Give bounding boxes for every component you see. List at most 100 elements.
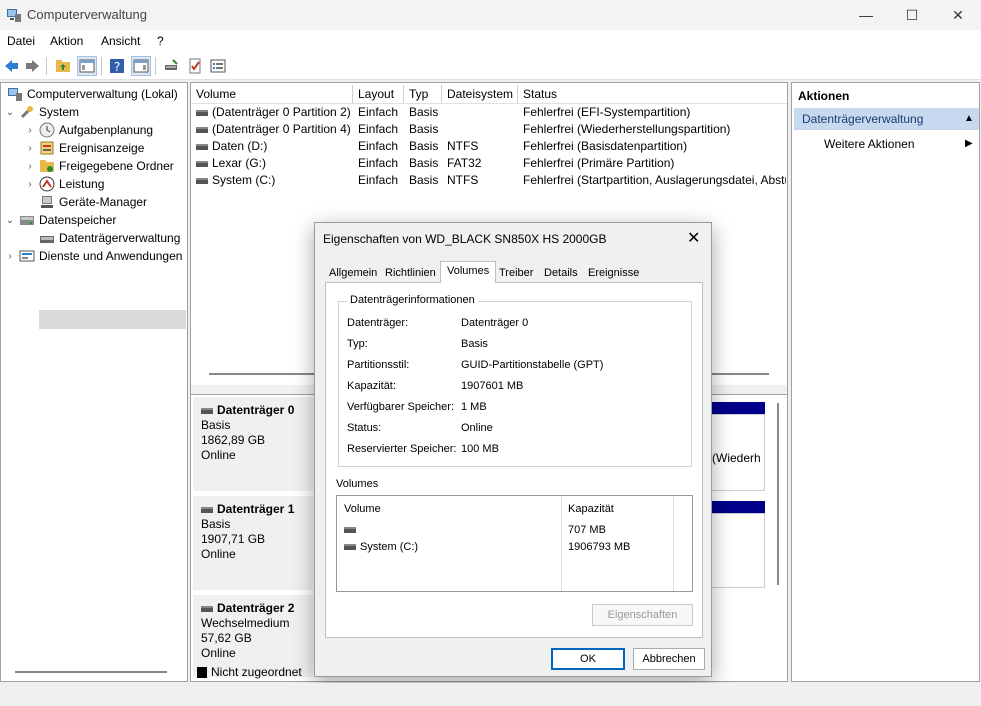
column-divider bbox=[673, 496, 674, 591]
tree-item-dienste[interactable]: › Dienste und Anwendungen bbox=[5, 247, 182, 265]
help-icon[interactable]: ? bbox=[107, 56, 127, 76]
info-value: 100 MB bbox=[461, 443, 499, 455]
close-button[interactable]: ✕ bbox=[935, 0, 981, 30]
tab-ereignisse[interactable]: Ereignisse bbox=[582, 264, 645, 282]
actions-section-datentraegerverwaltung[interactable]: Datenträgerverwaltung ▲ bbox=[794, 108, 979, 130]
unassigned-swatch bbox=[197, 667, 207, 679]
event-viewer-icon bbox=[39, 140, 55, 156]
chevron-down-icon[interactable]: ⌄ bbox=[5, 215, 15, 226]
chevron-right-icon[interactable]: › bbox=[25, 125, 35, 136]
tree-item-geraete-manager[interactable]: Geräte-Manager bbox=[35, 193, 147, 211]
more-actions-item[interactable]: Weitere Aktionen bbox=[824, 137, 915, 151]
column-header-volume[interactable]: Volume bbox=[191, 85, 353, 103]
list-item[interactable] bbox=[344, 524, 360, 536]
info-label: Datenträger: bbox=[347, 317, 409, 329]
menu-aktion[interactable]: Aktion bbox=[50, 34, 83, 48]
partition-bar[interactable] bbox=[711, 501, 765, 513]
list-item[interactable]: System (C:) bbox=[344, 541, 418, 553]
up-folder-icon[interactable] bbox=[53, 56, 73, 76]
horizontal-scrollbar[interactable] bbox=[15, 671, 167, 673]
show-hide-tree-icon[interactable] bbox=[77, 56, 97, 76]
connect-drive-icon[interactable] bbox=[161, 56, 181, 76]
volume-icon bbox=[344, 527, 356, 534]
clock-icon bbox=[39, 122, 55, 138]
shared-folder-icon bbox=[39, 158, 55, 174]
check-properties-icon[interactable] bbox=[185, 56, 205, 76]
list-item-capacity: 707 MB bbox=[568, 524, 606, 536]
tree-item-datentraegerverwaltung[interactable]: Datenträgerverwaltung bbox=[35, 229, 180, 247]
menu-bar: Datei Aktion Ansicht ? bbox=[0, 30, 981, 52]
disk-management-icon bbox=[39, 230, 55, 246]
info-value: Online bbox=[461, 422, 493, 434]
volume-icon bbox=[196, 177, 208, 184]
disk-0-info[interactable]: Datenträger 0 Basis 1862,89 GB Online bbox=[193, 397, 313, 491]
column-header-status[interactable]: Status bbox=[518, 85, 787, 103]
tree-label: Aufgabenplanung bbox=[59, 123, 154, 137]
tree-item-system[interactable]: ⌄ System bbox=[5, 103, 79, 121]
services-icon bbox=[19, 248, 35, 264]
tools-icon bbox=[19, 104, 35, 120]
chevron-right-icon[interactable]: › bbox=[25, 143, 35, 154]
menu-help[interactable]: ? bbox=[157, 34, 164, 48]
toolbar-separator bbox=[46, 57, 47, 75]
computer-management-icon bbox=[7, 86, 23, 102]
chevron-right-icon[interactable]: › bbox=[25, 161, 35, 172]
device-manager-icon bbox=[39, 194, 55, 210]
volume-icon bbox=[196, 160, 208, 167]
group-title: Datenträgerinformationen bbox=[347, 294, 478, 306]
properties-button[interactable]: Eigenschaften bbox=[592, 604, 693, 626]
maximize-button[interactable]: ☐ bbox=[889, 0, 935, 30]
show-hide-action-pane-icon[interactable] bbox=[131, 56, 151, 76]
tab-allgemein[interactable]: Allgemein bbox=[323, 264, 383, 282]
tree-item-leistung[interactable]: › Leistung bbox=[25, 175, 104, 193]
tree-label: System bbox=[39, 105, 80, 119]
tree-item-freigegebene-ordner[interactable]: › Freigegebene Ordner bbox=[25, 157, 173, 175]
back-icon[interactable] bbox=[1, 56, 21, 76]
dialog-close-icon[interactable]: ✕ bbox=[687, 228, 700, 248]
tab-treiber[interactable]: Treiber bbox=[493, 264, 539, 282]
ok-button[interactable]: OK bbox=[551, 648, 625, 670]
cancel-button[interactable]: Abbrechen bbox=[633, 648, 705, 670]
chevron-right-icon[interactable]: › bbox=[5, 251, 15, 262]
tree-label: Computerverwaltung (Lokal) bbox=[27, 87, 178, 101]
tree-item-root[interactable]: Computerverwaltung (Lokal) bbox=[3, 85, 178, 103]
partition-bar[interactable] bbox=[711, 402, 765, 414]
partition-block[interactable] bbox=[711, 513, 765, 588]
tree-label: Ereignisanzeige bbox=[59, 141, 145, 155]
column-header-capacity[interactable]: Kapazität bbox=[568, 503, 614, 515]
tab-richtlinien[interactable]: Richtlinien bbox=[379, 264, 442, 282]
tab-volumes[interactable]: Volumes bbox=[440, 261, 497, 283]
actions-pane: Aktionen Datenträgerverwaltung ▲ Weitere… bbox=[791, 82, 980, 682]
disk-1-info[interactable]: Datenträger 1 Basis 1907,71 GB Online bbox=[193, 496, 313, 590]
column-header-typ[interactable]: Typ bbox=[404, 85, 442, 103]
partition-block[interactable]: (Wiederh bbox=[711, 414, 765, 491]
tab-details[interactable]: Details bbox=[538, 264, 584, 282]
volumes-label: Volumes bbox=[336, 478, 379, 490]
navigation-tree: Computerverwaltung (Lokal) ⌄ System › Au… bbox=[0, 82, 188, 682]
list-view-icon[interactable] bbox=[208, 56, 228, 76]
column-header-volume[interactable]: Volume bbox=[344, 503, 381, 515]
column-header-layout[interactable]: Layout bbox=[353, 85, 404, 103]
chevron-right-icon[interactable]: › bbox=[25, 179, 35, 190]
volumes-listview[interactable]: Volume Kapazität 707 MB System (C:) 1906… bbox=[336, 495, 693, 592]
vertical-scrollbar[interactable] bbox=[777, 403, 779, 585]
menu-datei[interactable]: Datei bbox=[7, 34, 35, 48]
tree-item-ereignisanzeige[interactable]: › Ereignisanzeige bbox=[25, 139, 144, 157]
properties-dialog: Eigenschaften von WD_BLACK SN850X HS 200… bbox=[314, 222, 712, 677]
tree-item-datenspeicher[interactable]: ⌄ Datenspeicher bbox=[5, 211, 117, 229]
tree-item-aufgabenplanung[interactable]: › Aufgabenplanung bbox=[25, 121, 153, 139]
forward-icon[interactable] bbox=[23, 56, 43, 76]
volume-icon bbox=[344, 544, 356, 551]
column-header-dateisystem[interactable]: Dateisystem bbox=[442, 85, 518, 103]
column-divider bbox=[561, 496, 562, 591]
menu-ansicht[interactable]: Ansicht bbox=[101, 34, 140, 48]
collapse-up-icon[interactable]: ▲ bbox=[964, 113, 974, 124]
tree-label: Leistung bbox=[59, 177, 105, 191]
tree-selection-highlight bbox=[39, 310, 186, 329]
svg-text:?: ? bbox=[114, 60, 120, 74]
toolbar-separator bbox=[101, 57, 102, 75]
disk-icon bbox=[201, 605, 213, 612]
table-row[interactable]: System (C:) Einfach Basis NTFS Fehlerfre… bbox=[196, 173, 786, 190]
chevron-down-icon[interactable]: ⌄ bbox=[5, 107, 15, 118]
minimize-button[interactable]: — bbox=[843, 0, 889, 30]
